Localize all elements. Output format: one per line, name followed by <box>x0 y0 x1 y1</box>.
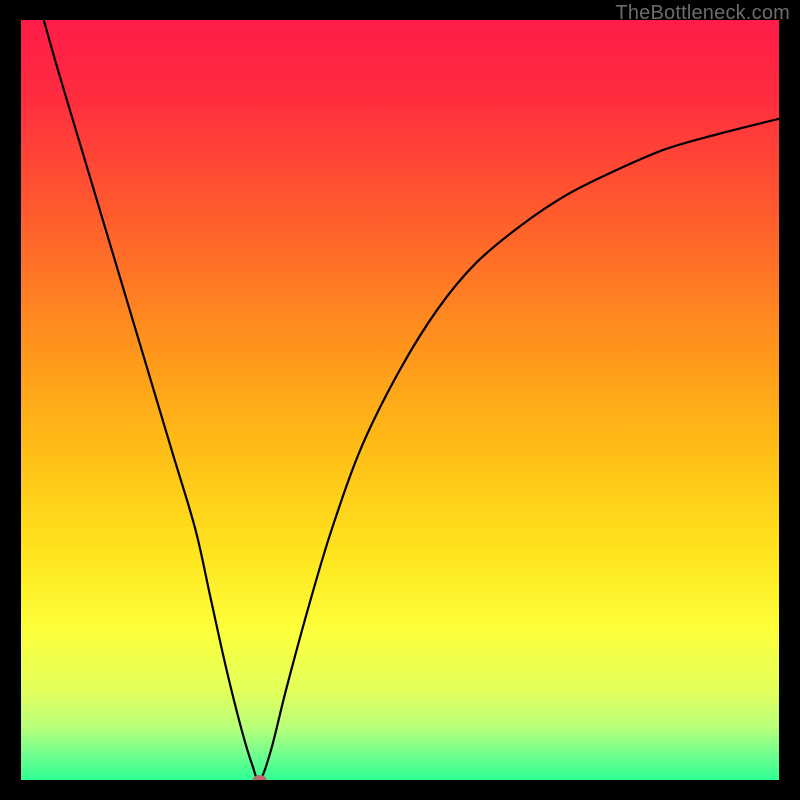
gradient-background <box>21 20 779 780</box>
bottleneck-chart <box>21 20 779 780</box>
watermark-text: TheBottleneck.com <box>615 2 790 25</box>
